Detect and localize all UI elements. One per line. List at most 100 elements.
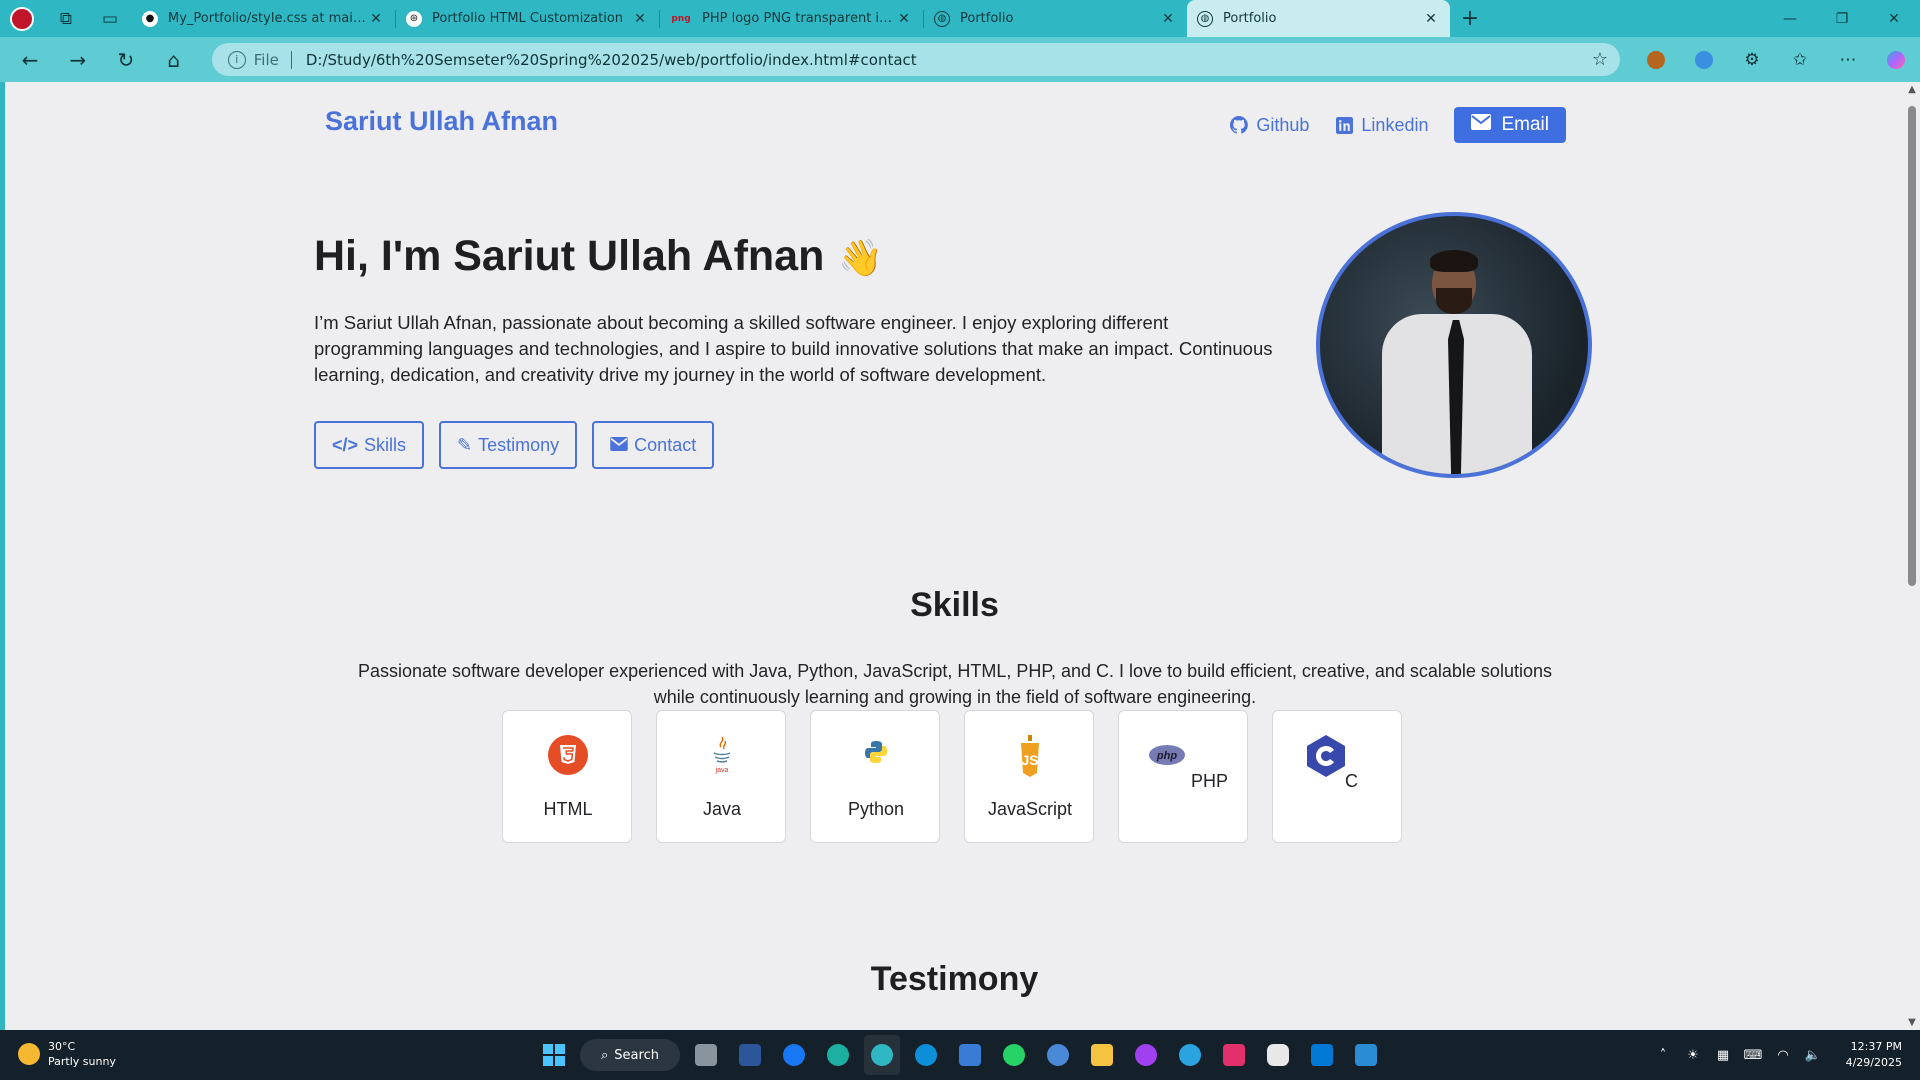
python-icon bbox=[865, 741, 887, 763]
minimize-icon[interactable]: — bbox=[1764, 0, 1816, 37]
app-icon[interactable] bbox=[952, 1035, 988, 1075]
search-extension-icon[interactable] bbox=[1680, 37, 1728, 82]
color-app-icon[interactable]: ▦ bbox=[1708, 1030, 1738, 1080]
photo-beard bbox=[1436, 288, 1472, 314]
tab-title: My_Portfolio/style.css at main · Af bbox=[168, 11, 367, 26]
vertical-tabs-icon[interactable]: ▭ bbox=[88, 0, 132, 37]
copilot-icon[interactable] bbox=[1872, 37, 1920, 82]
github-link[interactable]: Github bbox=[1230, 115, 1309, 136]
cookie-extension-icon[interactable] bbox=[1632, 37, 1680, 82]
notepad-icon[interactable] bbox=[1348, 1035, 1384, 1075]
envelope-icon bbox=[610, 435, 628, 456]
close-tab-icon[interactable]: ✕ bbox=[1422, 11, 1440, 27]
hero-title-text: Hi, I'm Sariut Ullah Afnan bbox=[314, 232, 825, 280]
extensions-icon[interactable]: ⚙ bbox=[1728, 37, 1776, 82]
browser-tab-strip: ⧉ ▭ ● My_Portfolio/style.css at main · A… bbox=[0, 0, 1920, 37]
globe-icon: ◍ bbox=[934, 10, 950, 27]
profile-icon[interactable] bbox=[0, 0, 44, 37]
taskbar-search[interactable]: ⌕ Search bbox=[580, 1039, 680, 1071]
browser-tab-active[interactable]: ◍ Portfolio ✕ bbox=[1187, 0, 1450, 37]
task-view-icon[interactable] bbox=[688, 1035, 724, 1075]
close-tab-icon[interactable]: ✕ bbox=[895, 11, 913, 27]
edge-dev-icon[interactable] bbox=[908, 1035, 944, 1075]
info-icon[interactable]: i bbox=[227, 50, 246, 69]
more-menu-icon[interactable]: ⋯ bbox=[1824, 37, 1872, 82]
chevron-up-icon[interactable]: ˄ bbox=[1648, 1030, 1678, 1080]
skill-card-html[interactable]: HTML bbox=[502, 710, 632, 843]
testimony-button[interactable]: ✎ Testimony bbox=[439, 421, 578, 469]
browser-toolbar: ← → ↻ ⌂ i File D:/Study/6th%20Semseter%2… bbox=[0, 37, 1920, 82]
contact-button[interactable]: Contact bbox=[592, 421, 715, 469]
forward-icon[interactable]: → bbox=[54, 37, 102, 82]
back-icon[interactable]: ← bbox=[6, 37, 54, 82]
close-tab-icon[interactable]: ✕ bbox=[1159, 11, 1177, 27]
favorite-star-icon[interactable]: ☆ bbox=[1592, 49, 1608, 70]
address-bar[interactable]: i File D:/Study/6th%20Semseter%20Spring%… bbox=[211, 43, 1620, 76]
new-tab-button[interactable]: + bbox=[1450, 0, 1490, 37]
edge-active-icon[interactable] bbox=[864, 1035, 900, 1075]
clock-time: 12:37 PM bbox=[1850, 1040, 1902, 1053]
skill-card-javascript[interactable]: JS JavaScript bbox=[964, 710, 1094, 843]
skill-card-python[interactable]: Python bbox=[810, 710, 940, 843]
header-nav: Github Linkedin Email bbox=[1230, 107, 1566, 143]
close-window-icon[interactable]: ✕ bbox=[1868, 0, 1920, 37]
envelope-icon bbox=[1471, 114, 1492, 136]
taskbar-apps: ⌕ Search bbox=[536, 1035, 1384, 1075]
scroll-up-icon[interactable]: ▲ bbox=[1904, 84, 1920, 95]
url-text[interactable]: D:/Study/6th%20Semseter%20Spring%202025/… bbox=[306, 51, 1592, 69]
vscode-icon[interactable] bbox=[1304, 1035, 1340, 1075]
telegram-icon[interactable] bbox=[1172, 1035, 1208, 1075]
skill-card-php[interactable]: php PHP bbox=[1118, 710, 1248, 843]
url-scheme-label: File bbox=[253, 50, 279, 69]
skill-card-java[interactable]: java Java bbox=[656, 710, 786, 843]
taskbar: 30°C Partly sunny ⌕ Search ˄ ☀ ▦ ⌨ ◠ 🔈 1… bbox=[0, 1030, 1920, 1080]
skill-label: JavaScript bbox=[987, 799, 1073, 819]
email-button[interactable]: Email bbox=[1454, 107, 1566, 143]
skill-card-c[interactable]: C bbox=[1272, 710, 1402, 843]
svg-text:JS: JS bbox=[1021, 752, 1038, 768]
home-icon[interactable]: ⌂ bbox=[150, 37, 198, 82]
page-scrollbar[interactable]: ▲ ▼ bbox=[1904, 82, 1920, 1030]
clock[interactable]: 12:37 PM 4/29/2025 bbox=[1828, 1039, 1920, 1071]
hero-title: Hi, I'm Sariut Ullah Afnan 👋 bbox=[314, 232, 883, 281]
start-icon[interactable] bbox=[536, 1035, 572, 1075]
scroll-down-icon[interactable]: ▼ bbox=[1904, 1017, 1920, 1028]
reload-icon[interactable]: ↻ bbox=[102, 37, 150, 82]
skills-button[interactable]: </> Skills bbox=[314, 421, 425, 469]
skill-icon-wrap bbox=[503, 735, 633, 775]
close-tab-icon[interactable]: ✕ bbox=[367, 11, 385, 27]
keyboard-icon[interactable]: ⌨ bbox=[1738, 1030, 1768, 1080]
weather-widget[interactable]: 30°C Partly sunny bbox=[18, 1039, 116, 1069]
scrollbar-thumb[interactable] bbox=[1908, 106, 1916, 586]
messenger-icon[interactable] bbox=[1128, 1035, 1164, 1075]
qbittorrent-icon[interactable] bbox=[1040, 1035, 1076, 1075]
window-controls: — ❐ ✕ bbox=[1764, 0, 1920, 37]
profile-photo bbox=[1316, 212, 1592, 478]
php-icon: php bbox=[1149, 745, 1185, 765]
whatsapp-icon[interactable] bbox=[996, 1035, 1032, 1075]
instagram-icon[interactable] bbox=[1216, 1035, 1252, 1075]
linkedin-link[interactable]: Linkedin bbox=[1335, 115, 1428, 136]
wifi-icon[interactable]: ◠ bbox=[1768, 1030, 1798, 1080]
skill-icon-wrap: JS bbox=[965, 735, 1095, 779]
edge-icon[interactable] bbox=[820, 1035, 856, 1075]
file-explorer-icon[interactable] bbox=[1084, 1035, 1120, 1075]
browser-tab[interactable]: ⊛ Portfolio HTML Customization ✕ bbox=[396, 0, 659, 37]
restore-icon[interactable]: ❐ bbox=[1816, 0, 1868, 37]
browser-tab[interactable]: ◍ Portfolio ✕ bbox=[924, 0, 1187, 37]
tab-title: Portfolio bbox=[1223, 11, 1277, 26]
skill-icon-wrap bbox=[811, 735, 941, 769]
browser-tab[interactable]: png PHP logo PNG transparent image ✕ bbox=[660, 0, 923, 37]
favorites-icon[interactable]: ✩ bbox=[1776, 37, 1824, 82]
site-brand[interactable]: Sariut Ullah Afnan bbox=[325, 106, 558, 137]
volume-icon[interactable]: 🔈 bbox=[1798, 1030, 1828, 1080]
browser-tab[interactable]: ● My_Portfolio/style.css at main · Af ✕ bbox=[132, 0, 395, 37]
fox-app-icon[interactable] bbox=[1260, 1035, 1296, 1075]
url-divider bbox=[290, 50, 292, 69]
github-icon bbox=[1230, 116, 1249, 134]
brightness-icon[interactable]: ☀ bbox=[1678, 1030, 1708, 1080]
word-icon[interactable] bbox=[732, 1035, 768, 1075]
close-tab-icon[interactable]: ✕ bbox=[631, 11, 649, 27]
facebook-icon[interactable] bbox=[776, 1035, 812, 1075]
workspaces-icon[interactable]: ⧉ bbox=[44, 0, 88, 37]
